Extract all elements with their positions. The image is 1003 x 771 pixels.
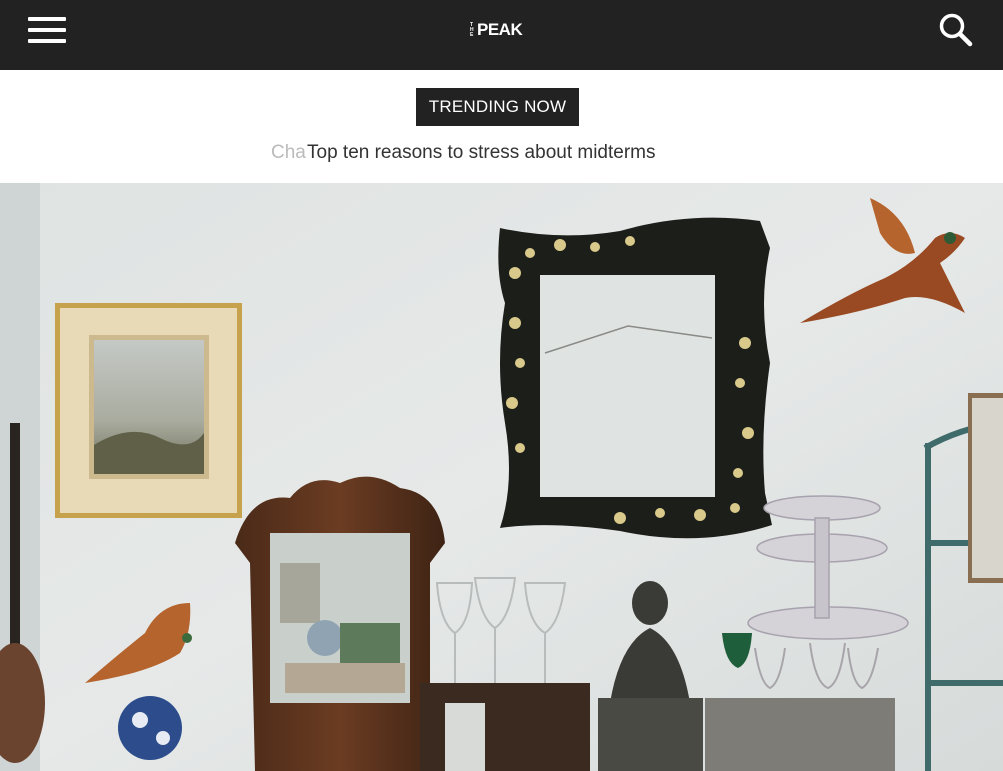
hero-photo-illustration — [0, 183, 1003, 771]
top-nav-bar: THE PEAK — [0, 0, 1003, 70]
carved-mirror — [235, 476, 445, 771]
porcelain-ball — [118, 696, 182, 760]
ticker-previous-headline: Cha — [271, 142, 306, 163]
logo-peak-text: PEAK — [477, 20, 523, 39]
hamburger-menu-icon[interactable] — [28, 15, 66, 45]
ivy-frame — [498, 217, 772, 539]
site-logo[interactable]: THE PEAK — [470, 18, 523, 42]
hero-image[interactable] — [0, 183, 1003, 771]
ticker-current-headline[interactable]: Top ten reasons to stress about midterms — [307, 142, 656, 164]
trending-section: TRENDING NOW Cha Top ten reasons to stre… — [0, 70, 1003, 183]
search-icon[interactable] — [936, 10, 976, 50]
trending-ticker: Cha Top ten reasons to stress about midt… — [0, 142, 1003, 166]
trending-now-badge: TRENDING NOW — [416, 88, 579, 126]
logo-the-text: THE — [470, 21, 474, 38]
framed-painting — [55, 303, 242, 518]
